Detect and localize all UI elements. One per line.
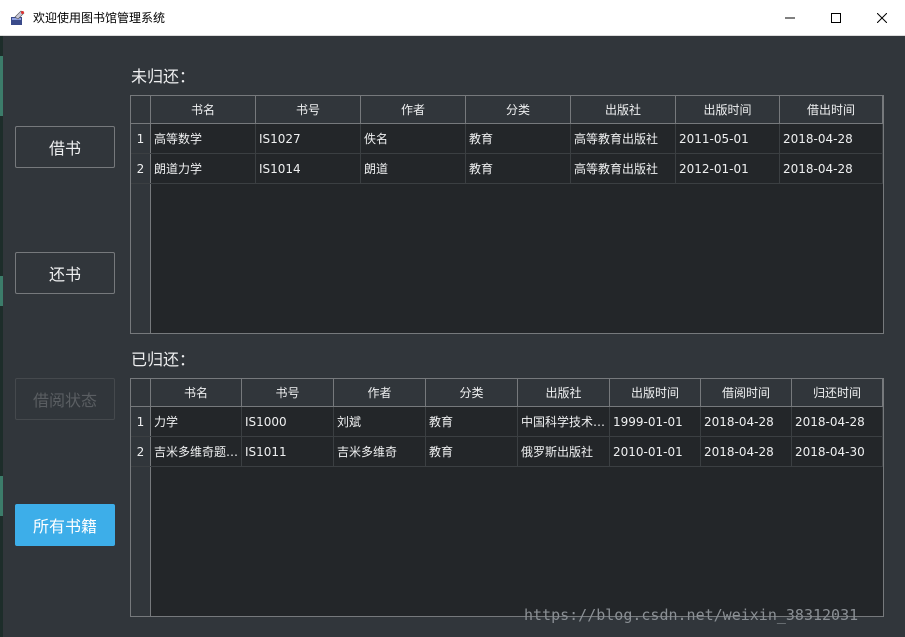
table-row[interactable]: 2 朗道力学 IS1014 朗道 教育 高等教育出版社 2012-01-01 2… xyxy=(131,154,883,184)
table-cell[interactable]: 俄罗斯出版社 xyxy=(518,437,610,466)
table-cell[interactable]: 吉米多维奇题… xyxy=(151,437,242,466)
table-row[interactable]: 1 力学 IS1000 刘斌 教育 中国科学技术… 1999-01-01 201… xyxy=(131,407,883,437)
column-header[interactable]: 分类 xyxy=(466,96,571,123)
all-books-button[interactable]: 所有书籍 xyxy=(15,504,115,546)
table-cell[interactable]: 高等教育出版社 xyxy=(571,124,676,153)
row-number[interactable]: 1 xyxy=(131,124,151,153)
minimize-icon xyxy=(785,17,795,19)
column-header[interactable]: 出版时间 xyxy=(610,379,701,406)
title-bar: 欢迎使用图书馆管理系统 xyxy=(0,0,905,36)
table-cell[interactable]: 刘斌 xyxy=(334,407,426,436)
column-header[interactable]: 归还时间 xyxy=(792,379,883,406)
table-cell[interactable]: IS1014 xyxy=(256,154,361,183)
column-header[interactable]: 书名 xyxy=(151,96,256,123)
column-header[interactable]: 书号 xyxy=(256,96,361,123)
table-cell[interactable]: 佚名 xyxy=(361,124,466,153)
table-cell[interactable]: 1999-01-01 xyxy=(610,407,701,436)
table-corner[interactable] xyxy=(131,379,151,406)
table-cell[interactable]: 2010-01-01 xyxy=(610,437,701,466)
window-title: 欢迎使用图书馆管理系统 xyxy=(33,11,166,25)
table-cell[interactable]: 2018-04-28 xyxy=(780,154,883,183)
table-cell[interactable]: 2011-05-01 xyxy=(676,124,780,153)
watermark-text: https://blog.csdn.net/weixin_38312031 xyxy=(524,606,859,624)
table-cell[interactable]: 吉米多维奇 xyxy=(334,437,426,466)
column-header[interactable]: 作者 xyxy=(334,379,426,406)
table-cell[interactable]: 朗道力学 xyxy=(151,154,256,183)
main-window: 欢迎使用图书馆管理系统 借书 还书 借阅状态 所有书籍 未归还： 书名 书号 作… xyxy=(0,0,905,637)
table-cell[interactable]: 教育 xyxy=(466,154,571,183)
table-cell[interactable]: 朗道 xyxy=(361,154,466,183)
table-cell[interactable]: IS1027 xyxy=(256,124,361,153)
table-row[interactable]: 1 高等数学 IS1027 佚名 教育 高等教育出版社 2011-05-01 2… xyxy=(131,124,883,154)
returned-table-header: 书名 书号 作者 分类 出版社 出版时间 借阅时间 归还时间 xyxy=(131,379,883,407)
table-cell[interactable]: 教育 xyxy=(466,124,571,153)
column-header[interactable]: 借阅时间 xyxy=(701,379,792,406)
table-cell[interactable]: 2018-04-30 xyxy=(792,437,883,466)
minimize-button[interactable] xyxy=(767,0,813,36)
returned-table: 书名 书号 作者 分类 出版社 出版时间 借阅时间 归还时间 1 力学 IS10… xyxy=(130,378,884,617)
close-icon xyxy=(877,13,887,23)
maximize-icon xyxy=(831,13,841,23)
borrow-status-button[interactable]: 借阅状态 xyxy=(15,378,115,420)
table-cell[interactable]: 2012-01-01 xyxy=(676,154,780,183)
column-header[interactable]: 出版社 xyxy=(571,96,676,123)
column-header[interactable]: 出版社 xyxy=(518,379,610,406)
row-number[interactable]: 2 xyxy=(131,437,151,466)
left-edge-strip xyxy=(0,36,3,637)
column-header[interactable]: 书号 xyxy=(242,379,334,406)
table-cell[interactable]: 教育 xyxy=(426,437,518,466)
returned-label: 已归还： xyxy=(131,350,196,369)
column-header[interactable]: 书名 xyxy=(151,379,242,406)
table-cell[interactable]: 高等教育出版社 xyxy=(571,154,676,183)
table-row[interactable]: 2 吉米多维奇题… IS1011 吉米多维奇 教育 俄罗斯出版社 2010-01… xyxy=(131,437,883,467)
table-cell[interactable]: 中国科学技术… xyxy=(518,407,610,436)
table-cell[interactable]: IS1011 xyxy=(242,437,334,466)
table-cell[interactable]: 2018-04-28 xyxy=(780,124,883,153)
returned-table-body: 1 力学 IS1000 刘斌 教育 中国科学技术… 1999-01-01 201… xyxy=(131,407,883,616)
table-cell[interactable]: 2018-04-28 xyxy=(701,407,792,436)
table-cell[interactable]: 2018-04-28 xyxy=(792,407,883,436)
row-number[interactable]: 2 xyxy=(131,154,151,183)
row-number[interactable]: 1 xyxy=(131,407,151,436)
close-button[interactable] xyxy=(859,0,905,36)
table-cell[interactable]: 高等数学 xyxy=(151,124,256,153)
unreturned-table-header: 书名 书号 作者 分类 出版社 出版时间 借出时间 xyxy=(131,96,883,124)
unreturned-table-body: 1 高等数学 IS1027 佚名 教育 高等教育出版社 2011-05-01 2… xyxy=(131,124,883,333)
table-cell[interactable]: 教育 xyxy=(426,407,518,436)
app-icon xyxy=(11,10,25,25)
table-corner[interactable] xyxy=(131,96,151,123)
maximize-button[interactable] xyxy=(813,0,859,36)
unreturned-label: 未归还： xyxy=(131,67,196,86)
table-cell[interactable]: 2018-04-28 xyxy=(701,437,792,466)
column-header[interactable]: 借出时间 xyxy=(780,96,883,123)
column-header[interactable]: 作者 xyxy=(361,96,466,123)
column-header[interactable]: 出版时间 xyxy=(676,96,780,123)
column-header[interactable]: 分类 xyxy=(426,379,518,406)
borrow-book-button[interactable]: 借书 xyxy=(15,126,115,168)
return-book-button[interactable]: 还书 xyxy=(15,252,115,294)
table-cell[interactable]: 力学 xyxy=(151,407,242,436)
unreturned-table: 书名 书号 作者 分类 出版社 出版时间 借出时间 1 高等数学 IS1027 … xyxy=(130,95,884,334)
table-cell[interactable]: IS1000 xyxy=(242,407,334,436)
